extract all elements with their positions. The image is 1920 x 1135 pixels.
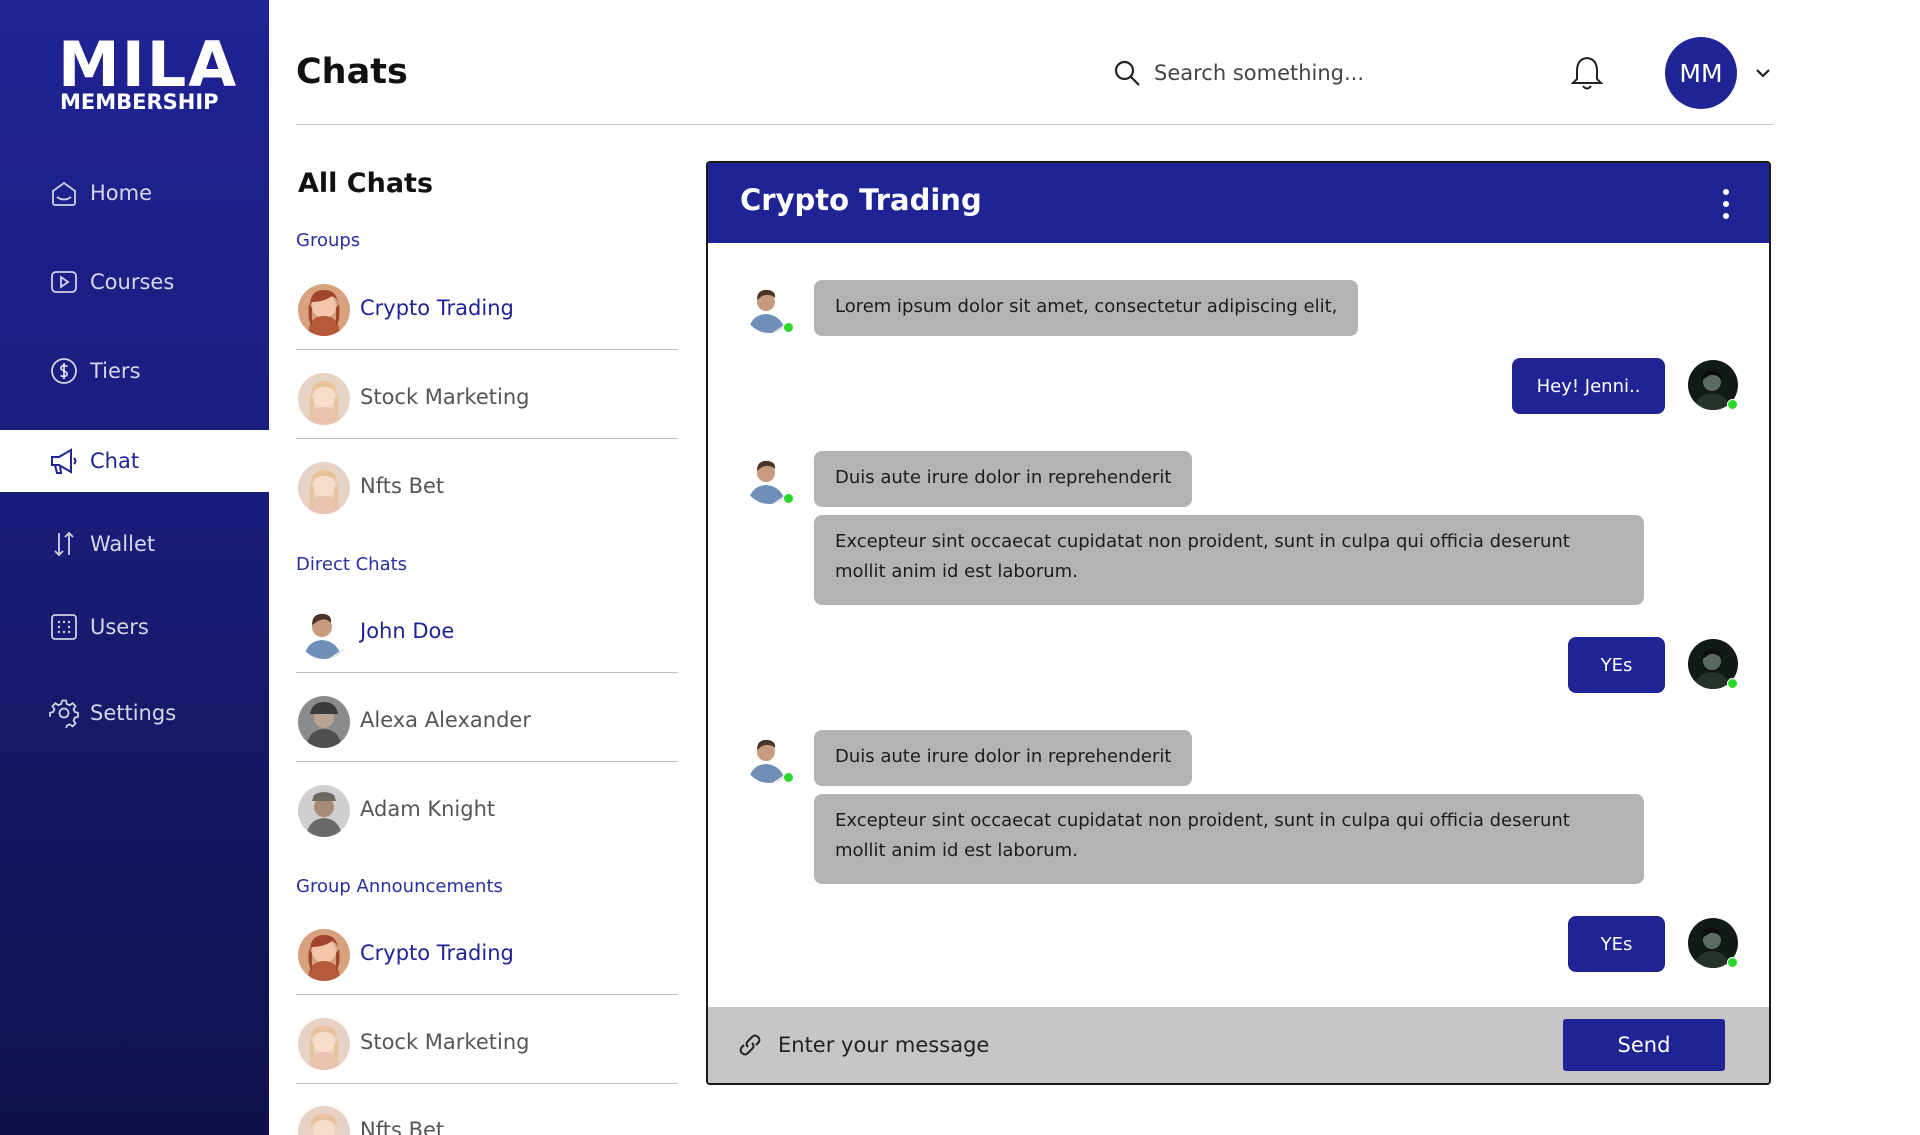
- avatar: [298, 462, 350, 514]
- chat-row-nfts-bet[interactable]: Nfts Bet: [296, 440, 678, 528]
- user-avatar[interactable]: MM: [1665, 37, 1737, 109]
- online-status-dot: [783, 772, 794, 783]
- message-bubble-incoming: Duis aute irure dolor in reprehenderit: [814, 451, 1193, 507]
- user-avatar-small: [1688, 639, 1738, 689]
- send-button[interactable]: Send: [1563, 1019, 1725, 1071]
- online-status-dot: [1727, 678, 1738, 689]
- avatar: [298, 1018, 350, 1070]
- row-divider: [296, 994, 678, 995]
- chat-row-name: Stock Marketing: [360, 385, 530, 409]
- transfer-icon: [47, 527, 81, 561]
- page-title: Chats: [296, 52, 408, 92]
- sidebar-item-label: Settings: [90, 701, 177, 725]
- chat-list-title: All Chats: [298, 168, 434, 199]
- avatar: [298, 1106, 350, 1135]
- chat-row-adam-knight[interactable]: Adam Knight: [296, 763, 678, 851]
- chat-row-name: Alexa Alexander: [360, 708, 531, 732]
- brand-logo[interactable]: MILA MEMBERSHIP: [58, 30, 236, 120]
- chat-header: Crypto Trading: [708, 163, 1769, 243]
- section-label-group-announcements: Group Announcements: [296, 876, 503, 897]
- online-status-dot: [783, 493, 794, 504]
- user-avatar-small: [1688, 360, 1738, 410]
- online-status-dot: [1727, 957, 1738, 968]
- avatar: [298, 785, 350, 837]
- sidebar-item-settings[interactable]: Settings: [0, 682, 269, 744]
- avatar: [298, 373, 350, 425]
- header-divider: [296, 124, 1774, 125]
- sidebar-item-users[interactable]: Users: [0, 596, 269, 658]
- row-divider: [296, 761, 678, 762]
- chevron-down-icon[interactable]: [1752, 62, 1774, 84]
- chat-row-nfts-bet-announcement[interactable]: Nfts Bet: [296, 1084, 678, 1135]
- chat-row-stock-marketing-announcement[interactable]: Stock Marketing: [296, 996, 678, 1084]
- sidebar-item-tiers[interactable]: Tiers: [0, 340, 269, 402]
- sidebar-item-label: Wallet: [90, 532, 156, 556]
- chat-row-name: Stock Marketing: [360, 1030, 530, 1054]
- sender-avatar: [744, 283, 794, 333]
- message-input[interactable]: [778, 1025, 1538, 1065]
- row-divider: [296, 349, 678, 350]
- sidebar-item-home[interactable]: Home: [0, 162, 269, 224]
- row-divider: [296, 672, 678, 673]
- chat-row-name: Adam Knight: [360, 797, 496, 821]
- message-bubble-incoming: Lorem ipsum dolor sit amet, consectetur …: [814, 280, 1359, 336]
- avatar: [298, 929, 350, 981]
- chat-row-name: Nfts Bet: [360, 474, 445, 498]
- message-bubble-outgoing: YEs: [1568, 637, 1665, 693]
- sidebar-item-label: Home: [90, 181, 153, 205]
- message-bubble-outgoing: Hey! Jenni..: [1512, 358, 1665, 414]
- chat-row-crypto-trading-announcement[interactable]: Crypto Trading: [296, 907, 678, 995]
- sidebar-item-label: Chat: [90, 449, 140, 473]
- megaphone-icon: [47, 444, 81, 478]
- avatar: [298, 284, 350, 336]
- online-status-dot: [1727, 399, 1738, 410]
- avatar: [298, 696, 350, 748]
- message-bubble-incoming: Duis aute irure dolor in reprehenderit: [814, 730, 1193, 786]
- message-bubble-incoming: Excepteur sint occaecat cupidatat non pr…: [814, 515, 1644, 605]
- section-label-groups: Groups: [296, 230, 361, 251]
- chat-row-john-doe[interactable]: John Doe: [296, 585, 678, 673]
- chat-row-alexa-alexander[interactable]: Alexa Alexander: [296, 674, 678, 762]
- chat-row-name: Crypto Trading: [360, 296, 514, 320]
- sidebar-item-chat[interactable]: Chat: [0, 430, 269, 492]
- sidebar: MILA MEMBERSHIP Home Courses Tiers Chat …: [0, 0, 269, 1135]
- more-options-icon[interactable]: [1721, 187, 1731, 219]
- message-bubble-incoming: Excepteur sint occaecat cupidatat non pr…: [814, 794, 1644, 884]
- message-bubble-outgoing: YEs: [1568, 916, 1665, 972]
- brand-logo-subtitle: MEMBERSHIP: [60, 90, 219, 114]
- sender-avatar: [744, 733, 794, 783]
- sidebar-item-label: Courses: [90, 270, 175, 294]
- grid-icon: [47, 610, 81, 644]
- chat-row-name: Nfts Bet: [360, 1118, 445, 1135]
- search-bar: [1112, 52, 1432, 94]
- row-divider: [296, 438, 678, 439]
- section-label-direct-chats: Direct Chats: [296, 554, 408, 575]
- chat-row-crypto-trading[interactable]: Crypto Trading: [296, 262, 678, 350]
- online-status-dot: [783, 322, 794, 333]
- chat-panel: Crypto Trading Lorem ipsum dolor sit ame…: [706, 161, 1771, 1085]
- gear-icon: [47, 696, 81, 730]
- sidebar-item-label: Users: [90, 615, 149, 639]
- sidebar-item-wallet[interactable]: Wallet: [0, 513, 269, 575]
- play-icon: [47, 265, 81, 299]
- sender-avatar: [744, 454, 794, 504]
- home-icon: [47, 176, 81, 210]
- chat-row-name: Crypto Trading: [360, 941, 514, 965]
- user-avatar-small: [1688, 918, 1738, 968]
- sidebar-item-label: Tiers: [90, 359, 141, 383]
- search-icon[interactable]: [1112, 58, 1142, 88]
- chat-row-name: John Doe: [360, 619, 455, 643]
- dollar-icon: [47, 354, 81, 388]
- bell-icon[interactable]: [1570, 54, 1604, 92]
- chat-title: Crypto Trading: [740, 183, 982, 217]
- avatar: [298, 607, 350, 659]
- search-input[interactable]: [1154, 61, 1424, 85]
- attach-link-icon[interactable]: [736, 1031, 764, 1059]
- sidebar-item-courses[interactable]: Courses: [0, 251, 269, 313]
- message-composer: Send: [708, 1007, 1769, 1083]
- chat-row-stock-marketing[interactable]: Stock Marketing: [296, 351, 678, 439]
